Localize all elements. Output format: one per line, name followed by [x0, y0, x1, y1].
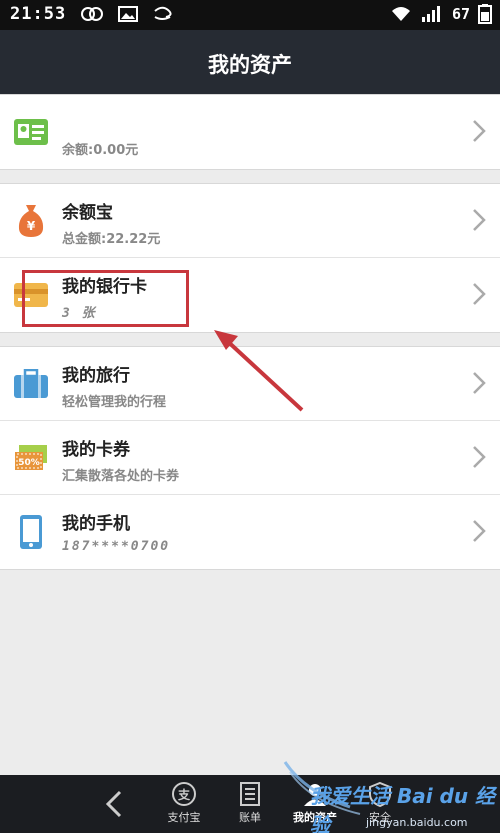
- row-subtitle: 总金额:22.22元: [62, 232, 161, 247]
- chevron-right-icon: [473, 520, 486, 542]
- list-item-bank-cards[interactable]: 我的银行卡 3 张: [0, 258, 500, 332]
- funds-group: ¥ 余额宝 总金额:22.22元 我的银行卡 3 张: [0, 183, 500, 333]
- chevron-right-icon: [473, 283, 486, 305]
- phone-icon: [12, 513, 50, 551]
- money-bag-icon: ¥: [12, 202, 50, 240]
- chevron-right-icon: [473, 209, 486, 231]
- tab-assets[interactable]: 我的资产: [285, 781, 345, 831]
- page-title: 我的资产: [208, 53, 292, 77]
- svg-text:¥: ¥: [27, 219, 36, 233]
- status-time: 21:53: [10, 4, 67, 24]
- row-title: 我的卡券: [62, 440, 130, 460]
- link-icon: [81, 7, 103, 21]
- row-title: 我的旅行: [62, 366, 130, 386]
- balance-text: 余额:0.00元: [62, 143, 139, 158]
- tab-label: 安全: [369, 811, 391, 824]
- coupon-icon: 50%: [12, 439, 50, 477]
- wifi-icon: [391, 7, 410, 21]
- row-subtitle: 3 张: [62, 306, 97, 321]
- back-icon[interactable]: [100, 789, 130, 819]
- alipay-icon: 支: [172, 782, 196, 806]
- list-item-travel[interactable]: 我的旅行 轻松管理我的行程: [0, 347, 500, 421]
- list-item-coupons[interactable]: 50% 我的卡券 汇集散落各处的卡券: [0, 421, 500, 495]
- row-title: 我的手机: [62, 514, 130, 534]
- gallery-icon: [118, 6, 138, 22]
- list-item-yuebao[interactable]: ¥ 余额宝 总金额:22.22元: [0, 184, 500, 258]
- chevron-right-icon: [473, 372, 486, 394]
- wind-icon: [154, 6, 172, 20]
- signal-icon: [421, 6, 440, 22]
- bill-icon: [240, 782, 260, 806]
- battery-icon: [478, 4, 492, 24]
- tab-label: 支付宝: [167, 811, 201, 824]
- phone-number: 187****0700: [62, 539, 171, 554]
- bank-card-icon: [12, 276, 50, 314]
- nav-bar: 我的资产: [0, 30, 500, 94]
- tab-security[interactable]: 安全: [350, 781, 410, 831]
- row-title: 余额宝: [62, 203, 113, 223]
- bottom-nav: 支 支付宝 账单 我的资产 安全: [0, 775, 500, 833]
- status-bar: 21:53 67: [0, 0, 500, 30]
- coupon-badge: 50%: [18, 458, 40, 468]
- services-group: 我的旅行 轻松管理我的行程 50% 我的卡券 汇集散落各处的卡券 我的手机 18…: [0, 346, 500, 570]
- list-item-balance[interactable]: 余额:0.00元: [0, 95, 500, 169]
- svg-text:支: 支: [177, 787, 191, 802]
- suitcase-icon: [12, 365, 50, 403]
- assets-icon: [304, 784, 326, 806]
- account-group: 余额:0.00元: [0, 94, 500, 170]
- tab-bill[interactable]: 账单: [220, 781, 280, 831]
- tab-alipay[interactable]: 支 支付宝: [154, 781, 214, 831]
- chevron-right-icon: [473, 120, 486, 142]
- id-card-icon: [12, 113, 50, 151]
- security-icon: [369, 781, 391, 807]
- tab-label: 我的资产: [293, 811, 337, 824]
- row-subtitle: 汇集散落各处的卡券: [62, 469, 180, 484]
- tab-label: 账单: [239, 811, 261, 824]
- battery-level: 67: [451, 5, 470, 23]
- list-item-phone[interactable]: 我的手机 187****0700: [0, 495, 500, 569]
- chevron-right-icon: [473, 446, 486, 468]
- row-subtitle: 轻松管理我的行程: [62, 395, 167, 410]
- row-title: 我的银行卡: [62, 277, 147, 297]
